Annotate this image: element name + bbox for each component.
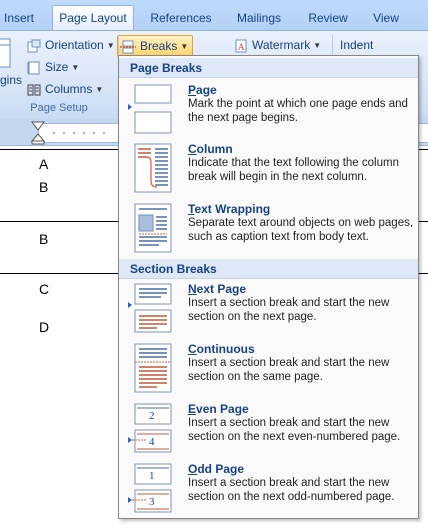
doc-text: B — [39, 231, 49, 247]
orientation-icon — [27, 39, 41, 53]
margins-icon — [0, 38, 11, 68]
doc-text: D — [39, 319, 50, 335]
doc-text: C — [39, 281, 50, 297]
odd-page-number: 1 — [149, 470, 155, 482]
menu-item-description: Insert a section break and start the new… — [188, 297, 390, 323]
chevron-down-icon: ▼ — [313, 40, 322, 50]
menu-item-odd-page[interactable]: 1 3 Odd Page Insert a section break and … — [119, 460, 418, 520]
size-label: Size — [45, 60, 69, 74]
doc-text: A — [39, 156, 49, 172]
column-break-icon — [134, 143, 172, 193]
menu-item-title: Odd Page — [188, 462, 245, 476]
menu-item-text-wrapping[interactable]: Text Wrapping Separate text around objec… — [119, 200, 418, 260]
tab-view[interactable]: View — [366, 6, 406, 30]
even-page-number: 4 — [149, 436, 155, 448]
menu-item-even-page[interactable]: 2 4 Even Page Insert a section break and… — [119, 400, 418, 460]
page-break-icon — [128, 84, 172, 134]
menu-item-title: Next Page — [188, 282, 247, 296]
doc-text: B — [39, 179, 49, 195]
columns-button[interactable]: Columns ▼ — [27, 79, 103, 99]
section-breaks-header: Section Breaks — [119, 259, 418, 279]
indent-marker-icon[interactable] — [30, 121, 46, 145]
text-wrapping-icon — [134, 203, 172, 253]
orientation-button[interactable]: Orientation ▼ — [27, 35, 115, 55]
tab-mailings[interactable]: Mailings — [228, 6, 290, 30]
margins-button[interactable]: gins — [0, 35, 23, 95]
group-separator — [332, 35, 333, 55]
ruler-ticks — [53, 132, 105, 134]
menu-item-description: Separate text around objects on web page… — [188, 217, 414, 243]
columns-icon — [27, 84, 41, 96]
watermark-button[interactable]: A Watermark ▼ — [234, 35, 321, 55]
menu-item-title: Continuous — [188, 342, 255, 356]
even-page-number: 2 — [149, 410, 155, 422]
tab-review[interactable]: Review — [300, 6, 356, 30]
odd-page-icon: 1 3 — [128, 463, 172, 513]
menu-item-page[interactable]: Page Mark the point at which one page en… — [119, 81, 418, 141]
menu-item-title: Text Wrapping — [188, 202, 271, 216]
menu-item-continuous[interactable]: Continuous Insert a section break and st… — [119, 340, 418, 400]
chevron-down-icon: ▼ — [106, 40, 115, 50]
tab-references[interactable]: References — [140, 6, 222, 30]
continuous-icon — [134, 343, 172, 393]
menu-item-description: Insert a section break and start the new… — [188, 357, 390, 383]
chevron-down-icon: ▼ — [71, 62, 80, 72]
indent-label: Indent — [340, 38, 374, 52]
page-breaks-header: Page Breaks — [119, 58, 418, 78]
svg-text:A: A — [238, 42, 245, 52]
margins-label: gins — [0, 73, 23, 87]
breaks-button[interactable]: Breaks ▼ — [117, 35, 194, 57]
odd-page-number: 3 — [149, 496, 155, 508]
columns-label: Columns — [45, 82, 93, 96]
menu-item-column[interactable]: Column Indicate that the text following … — [119, 140, 418, 200]
breaks-label: Breaks — [140, 39, 178, 53]
menu-item-description: Indicate that the text following the col… — [188, 157, 399, 183]
watermark-label: Watermark — [252, 38, 311, 52]
even-page-icon: 2 4 — [128, 403, 172, 453]
next-page-icon — [128, 283, 172, 333]
chevron-down-icon: ▼ — [95, 84, 104, 94]
page-setup-group-label: Page Setup — [30, 102, 88, 114]
chevron-down-icon: ▼ — [180, 41, 189, 51]
watermark-icon: A — [235, 39, 247, 53]
menu-item-title: Even Page — [188, 402, 249, 416]
menu-item-description: Mark the point at which one page ends an… — [188, 98, 408, 124]
breaks-icon — [120, 40, 136, 54]
size-button[interactable]: Size ▼ — [27, 57, 79, 77]
menu-item-description: Insert a section break and start the new… — [188, 477, 395, 503]
breaks-menu: Page Breaks Page Mark the point at which… — [118, 55, 419, 519]
menu-item-title: Column — [188, 142, 233, 156]
orientation-label: Orientation — [45, 38, 104, 52]
tab-page-layout[interactable]: Page Layout — [52, 5, 134, 30]
size-icon — [27, 61, 40, 75]
tab-insert[interactable]: Insert — [0, 6, 38, 30]
menu-item-next-page[interactable]: Next Page Insert a section break and sta… — [119, 280, 418, 340]
menu-item-title: Page — [188, 83, 217, 97]
ribbon-tabs: Insert Page Layout References Mailings R… — [0, 0, 428, 30]
menu-item-description: Insert a section break and start the new… — [188, 417, 401, 443]
